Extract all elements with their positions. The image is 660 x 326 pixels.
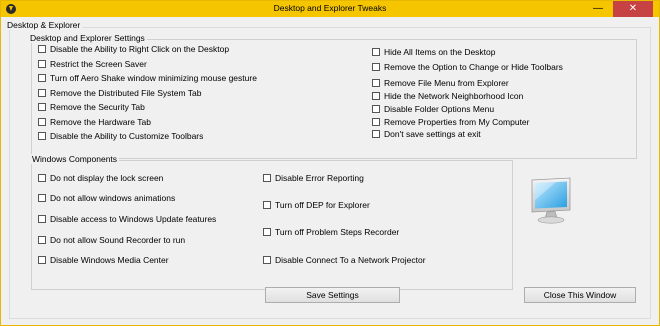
checkbox-box[interactable]	[38, 194, 46, 202]
checkbox-turn-off-aero-shake[interactable]: Turn off Aero Shake window minimizing mo…	[38, 73, 257, 83]
checkbox-box[interactable]	[38, 103, 46, 111]
checkbox-turn-off-dep[interactable]: Turn off DEP for Explorer	[263, 200, 370, 210]
checkbox-turn-off-steps-recorder[interactable]: Turn off Problem Steps Recorder	[263, 227, 399, 237]
title-bar[interactable]: Desktop and Explorer Tweaks — ✕	[1, 1, 659, 17]
checkbox-label: Disable Error Reporting	[275, 173, 364, 183]
checkbox-box[interactable]	[38, 215, 46, 223]
checkbox-no-sound-recorder[interactable]: Do not allow Sound Recorder to run	[38, 235, 185, 245]
checkbox-disable-customize-toolbars[interactable]: Disable the Ability to Customize Toolbar…	[38, 131, 203, 141]
checkbox-label: Remove the Hardware Tab	[50, 117, 151, 127]
checkbox-box[interactable]	[372, 48, 380, 56]
checkbox-label: Do not display the lock screen	[50, 173, 164, 183]
settings-group-label: Desktop and Explorer Settings	[28, 33, 147, 43]
checkbox-remove-dfs-tab[interactable]: Remove the Distributed File System Tab	[38, 88, 202, 98]
checkbox-label: Disable the Ability to Right Click on th…	[50, 44, 230, 54]
checkbox-disable-media-center[interactable]: Disable Windows Media Center	[38, 255, 169, 265]
checkbox-disable-folder-options[interactable]: Disable Folder Options Menu	[372, 104, 494, 114]
checkbox-box[interactable]	[38, 89, 46, 97]
checkbox-disable-error-reporting[interactable]: Disable Error Reporting	[263, 173, 364, 183]
checkbox-box[interactable]	[263, 201, 271, 209]
checkbox-label: Don't save settings at exit	[384, 129, 481, 139]
minimize-button[interactable]: —	[587, 1, 609, 17]
checkbox-label: Restrict the Screen Saver	[50, 59, 147, 69]
checkbox-hide-desktop-items[interactable]: Hide All Items on the Desktop	[372, 47, 496, 57]
checkbox-disable-windows-update[interactable]: Disable access to Windows Update feature…	[38, 214, 216, 224]
checkbox-box[interactable]	[38, 132, 46, 140]
checkbox-label: Turn off Problem Steps Recorder	[275, 227, 400, 237]
components-group-label: Windows Components	[30, 154, 120, 164]
checkbox-label: Hide the Network Neighborhood Icon	[384, 91, 524, 101]
checkbox-restrict-screen-saver[interactable]: Restrict the Screen Saver	[38, 59, 147, 69]
checkbox-label: Hide All Items on the Desktop	[384, 47, 496, 57]
checkbox-box[interactable]	[38, 74, 46, 82]
checkbox-label: Disable Folder Options Menu	[384, 104, 495, 114]
checkbox-label: Disable access to Windows Update feature…	[50, 214, 217, 224]
checkbox-box[interactable]	[263, 174, 271, 182]
checkbox-remove-hardware-tab[interactable]: Remove the Hardware Tab	[38, 117, 151, 127]
checkbox-label: Disable the Ability to Customize Toolbar…	[50, 131, 204, 141]
checkbox-box[interactable]	[38, 118, 46, 126]
client-area: Desktop & Explorer Desktop and Explorer …	[1, 17, 659, 325]
checkbox-box[interactable]	[372, 118, 380, 126]
checkbox-label: Remove the Security Tab	[50, 102, 145, 112]
checkbox-disable-right-click[interactable]: Disable the Ability to Right Click on th…	[38, 44, 229, 54]
checkbox-box[interactable]	[263, 228, 271, 236]
close-this-window-button[interactable]: Close This Window	[524, 287, 636, 303]
window-title: Desktop and Explorer Tweaks	[273, 3, 387, 13]
close-window-button[interactable]: ✕	[613, 1, 653, 17]
checkbox-box[interactable]	[38, 256, 46, 264]
checkbox-label: Remove the Option to Change or Hide Tool…	[384, 62, 563, 72]
checkbox-disable-network-projector[interactable]: Disable Connect To a Network Projector	[263, 255, 426, 265]
checkbox-hide-network-icon[interactable]: Hide the Network Neighborhood Icon	[372, 91, 523, 101]
checkbox-label: Remove File Menu from Explorer	[384, 78, 509, 88]
save-settings-button[interactable]: Save Settings	[265, 287, 400, 303]
checkbox-box[interactable]	[372, 63, 380, 71]
checkbox-box[interactable]	[38, 45, 46, 53]
checkbox-remove-computer-properties[interactable]: Remove Properties from My Computer	[372, 117, 530, 127]
checkbox-remove-toolbar-option[interactable]: Remove the Option to Change or Hide Tool…	[372, 62, 563, 72]
checkbox-dont-save-settings[interactable]: Don't save settings at exit	[372, 129, 481, 139]
checkbox-box[interactable]	[372, 92, 380, 100]
checkbox-remove-file-menu[interactable]: Remove File Menu from Explorer	[372, 78, 509, 88]
checkbox-box[interactable]	[372, 79, 380, 87]
checkbox-box[interactable]	[38, 174, 46, 182]
checkbox-box[interactable]	[372, 105, 380, 113]
checkbox-label: Disable Connect To a Network Projector	[275, 255, 426, 265]
checkbox-box[interactable]	[372, 130, 380, 138]
checkbox-label: Disable Windows Media Center	[50, 255, 169, 265]
checkbox-remove-security-tab[interactable]: Remove the Security Tab	[38, 102, 145, 112]
checkbox-box[interactable]	[38, 236, 46, 244]
checkbox-label: Turn off DEP for Explorer	[275, 200, 370, 210]
monitor-icon	[531, 177, 571, 224]
desktop-explorer-group-label: Desktop & Explorer	[7, 20, 83, 30]
checkbox-label: Remove Properties from My Computer	[384, 117, 530, 127]
checkbox-no-animations[interactable]: Do not allow windows animations	[38, 193, 175, 203]
checkbox-label: Do not allow Sound Recorder to run	[50, 235, 186, 245]
checkbox-label: Remove the Distributed File System Tab	[50, 88, 202, 98]
checkbox-label: Do not allow windows animations	[50, 193, 176, 203]
checkbox-box[interactable]	[38, 60, 46, 68]
checkbox-box[interactable]	[263, 256, 271, 264]
app-window: Desktop and Explorer Tweaks — ✕ Desktop …	[0, 0, 660, 326]
checkbox-label: Turn off Aero Shake window minimizing mo…	[50, 73, 257, 83]
checkbox-no-lock-screen[interactable]: Do not display the lock screen	[38, 173, 163, 183]
settings-group: Desktop and Explorer Settings	[28, 33, 637, 159]
